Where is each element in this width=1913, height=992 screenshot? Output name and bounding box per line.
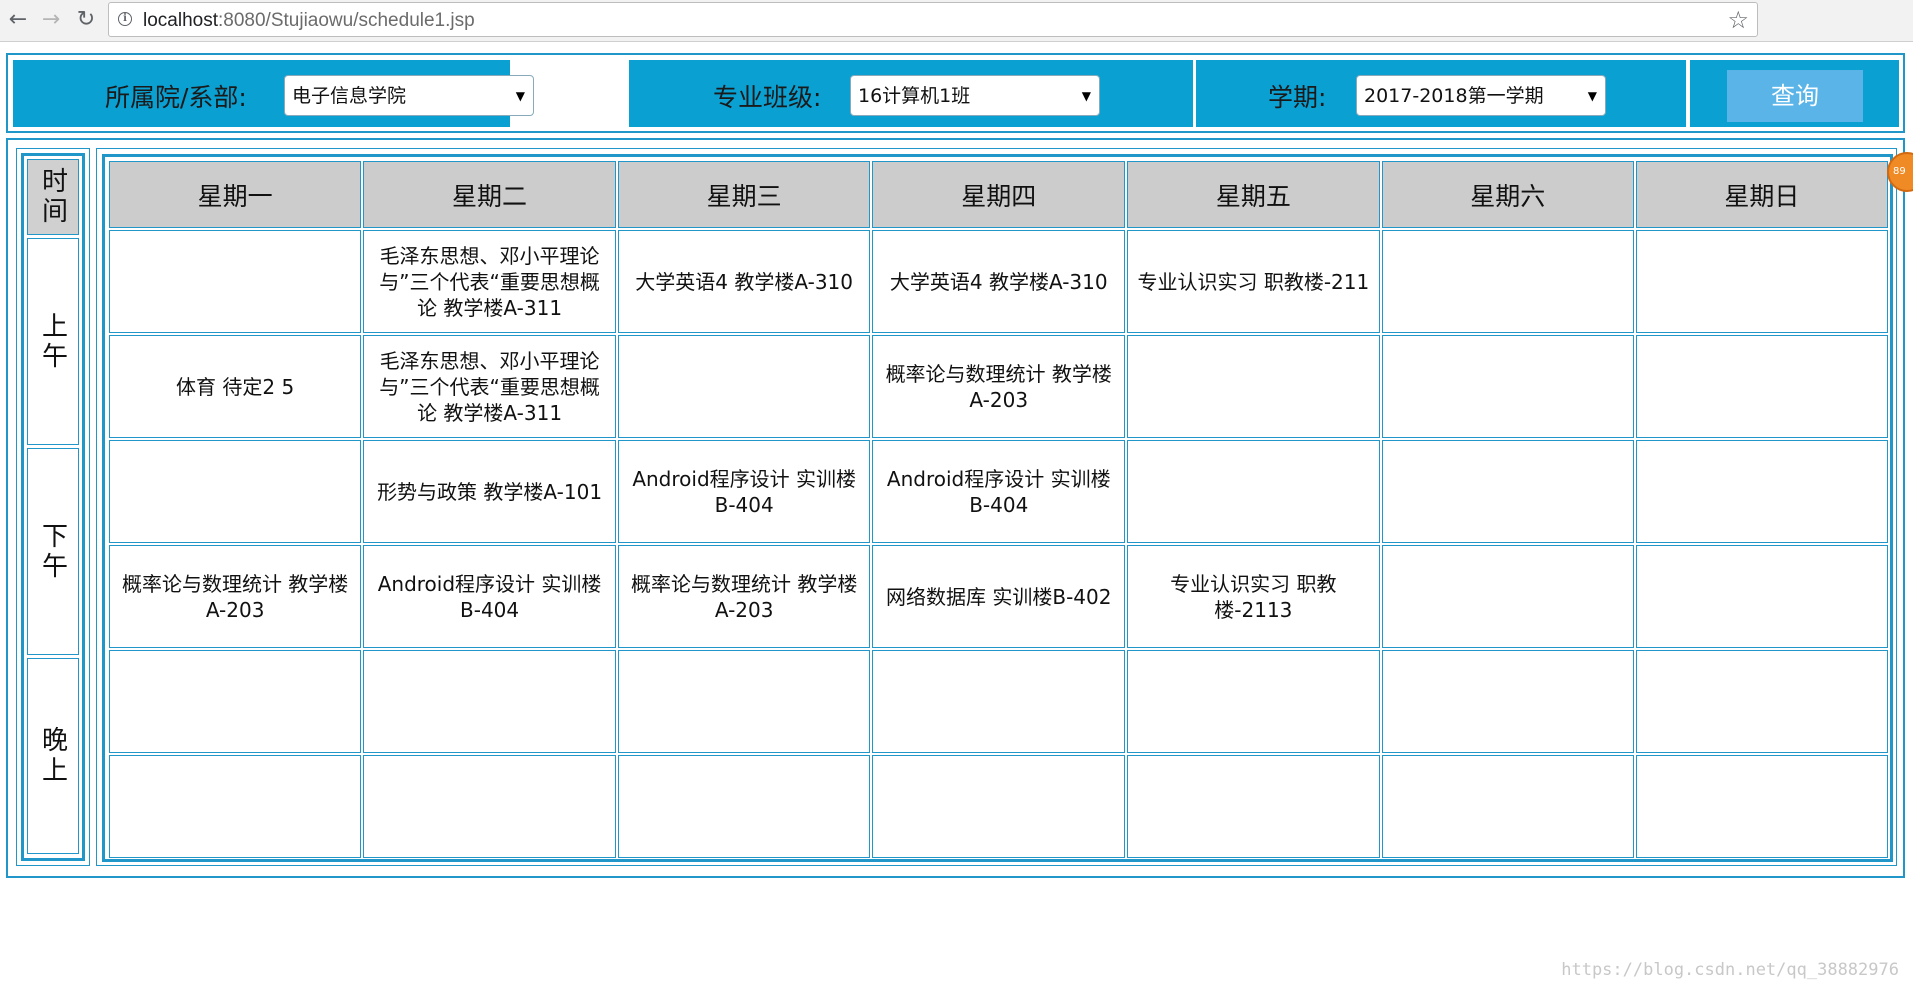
class-select[interactable]: 16计算机1班 ▼ <box>850 75 1100 116</box>
query-button[interactable]: 查询 <box>1727 70 1863 122</box>
course-cell: 概率论与数理统计 教学楼A-203 <box>617 545 871 648</box>
course-cell <box>1635 650 1888 753</box>
course-cell <box>617 650 871 753</box>
course-cell <box>1381 440 1634 543</box>
schedule-row: 体育 待定2 5 毛泽东思想、邓小平理论与”三个代表“重要思想概论 教学楼A-31… <box>109 335 1888 438</box>
course-cell <box>1635 335 1888 438</box>
term-panel: 学期: 2017-2018第一学期 ▼ <box>1196 60 1686 127</box>
time-header: 时间 <box>27 159 79 235</box>
schedule-row <box>109 755 1888 858</box>
browser-toolbar: ← → ↻ i localhost:8080/Stujiaowu/schedul… <box>0 0 1913 42</box>
class-select-value: 16计算机1班 <box>858 85 971 107</box>
course-cell: 大学英语4 教学楼A-310 <box>617 230 871 333</box>
course-cell: 概率论与数理统计 教学楼A-203 <box>109 545 362 648</box>
course-cell <box>1127 755 1380 858</box>
schedule-panel: 时间 上午 下午 晚上 星期一 星期二 星期三 星期四 星期五 星期六 星期日 <box>6 138 1905 878</box>
class-label: 专业班级: <box>713 83 822 112</box>
address-bar[interactable]: i localhost:8080/Stujiaowu/schedule1.jsp… <box>108 2 1758 37</box>
course-cell <box>109 440 362 543</box>
course-cell <box>363 650 616 753</box>
schedule-row: 毛泽东思想、邓小平理论与”三个代表“重要思想概论 教学楼A-311 大学英语4 教… <box>109 230 1888 333</box>
time-afternoon: 下午 <box>27 448 79 655</box>
class-panel: 专业班级: 16计算机1班 ▼ <box>629 60 1193 127</box>
time-evening: 晚上 <box>27 658 79 854</box>
caret-down-icon: ▼ <box>1081 89 1091 103</box>
course-cell <box>1635 440 1888 543</box>
query-panel: 查询 <box>1690 60 1899 127</box>
course-cell <box>109 650 362 753</box>
course-cell <box>1635 545 1888 648</box>
dept-select-value: 电子信息学院 <box>292 85 407 107</box>
course-cell <box>109 230 362 333</box>
term-select-value: 2017-2018第一学期 <box>1364 85 1544 107</box>
course-cell: 专业认识实习 职教楼-211 <box>1127 230 1380 333</box>
course-cell <box>363 755 616 858</box>
day-header: 星期一 <box>109 161 362 228</box>
day-header: 星期四 <box>872 161 1126 228</box>
reload-icon[interactable]: ↻ <box>73 6 99 34</box>
day-header-row: 星期一 星期二 星期三 星期四 星期五 星期六 星期日 <box>109 161 1888 228</box>
day-header: 星期日 <box>1635 161 1888 228</box>
course-cell: 概率论与数理统计 教学楼A-203 <box>872 335 1126 438</box>
time-morning: 上午 <box>27 238 79 445</box>
schedule-grid: 星期一 星期二 星期三 星期四 星期五 星期六 星期日 毛泽东思想、邓小平理论与… <box>96 148 1897 866</box>
info-icon[interactable]: i <box>118 12 132 26</box>
watermark: https://blog.csdn.net/qq_38882976 <box>1561 960 1899 980</box>
course-cell <box>109 755 362 858</box>
back-icon[interactable]: ← <box>5 6 31 34</box>
course-cell: Android程序设计 实训楼B-404 <box>363 545 616 648</box>
course-cell: 形势与政策 教学楼A-101 <box>363 440 616 543</box>
course-cell <box>1381 230 1634 333</box>
term-label: 学期: <box>1268 83 1327 112</box>
dept-select[interactable]: 电子信息学院 ▼ <box>284 75 534 116</box>
term-select[interactable]: 2017-2018第一学期 ▼ <box>1356 75 1606 116</box>
course-cell: Android程序设计 实训楼B-404 <box>617 440 871 543</box>
filter-bar: 所属院/系部: 电子信息学院 ▼ 专业班级: 16计算机1班 ▼ 学期: 201… <box>6 53 1905 133</box>
course-cell: 毛泽东思想、邓小平理论与”三个代表“重要思想概论 教学楼A-311 <box>363 335 616 438</box>
course-cell <box>1381 755 1634 858</box>
schedule-table: 星期一 星期二 星期三 星期四 星期五 星期六 星期日 毛泽东思想、邓小平理论与… <box>107 159 1890 860</box>
day-header: 星期二 <box>363 161 616 228</box>
schedule-row: 概率论与数理统计 教学楼A-203 Android程序设计 实训楼B-404 概率论… <box>109 545 1888 648</box>
url-text: localhost:8080/Stujiaowu/schedule1.jsp <box>143 10 475 31</box>
course-cell <box>872 650 1126 753</box>
caret-down-icon: ▼ <box>515 89 525 103</box>
course-cell: 专业认识实习 职教楼-2113 <box>1127 545 1380 648</box>
course-cell <box>1127 335 1380 438</box>
course-cell <box>1635 755 1888 858</box>
schedule-row <box>109 650 1888 753</box>
star-icon[interactable]: ☆ <box>1727 6 1749 34</box>
time-column: 时间 上午 下午 晚上 <box>16 148 90 866</box>
course-cell <box>617 755 871 858</box>
course-cell <box>1635 230 1888 333</box>
course-cell: 毛泽东思想、邓小平理论与”三个代表“重要思想概论 教学楼A-311 <box>363 230 616 333</box>
course-cell: Android程序设计 实训楼B-404 <box>872 440 1126 543</box>
course-cell: 网络数据库 实训楼B-402 <box>872 545 1126 648</box>
course-cell <box>617 335 871 438</box>
course-cell <box>1127 650 1380 753</box>
day-header: 星期五 <box>1127 161 1380 228</box>
caret-down-icon: ▼ <box>1587 89 1597 103</box>
forward-icon[interactable]: → <box>38 6 64 34</box>
schedule-row: 形势与政策 教学楼A-101 Android程序设计 实训楼B-404 Androi… <box>109 440 1888 543</box>
course-cell <box>872 755 1126 858</box>
course-cell <box>1381 545 1634 648</box>
course-cell: 体育 待定2 5 <box>109 335 362 438</box>
course-cell <box>1127 440 1380 543</box>
day-header: 星期六 <box>1381 161 1634 228</box>
dept-label: 所属院/系部: <box>105 83 247 112</box>
course-cell <box>1381 650 1634 753</box>
course-cell <box>1381 335 1634 438</box>
course-cell: 大学英语4 教学楼A-310 <box>872 230 1126 333</box>
dept-panel: 所属院/系部: 电子信息学院 ▼ <box>13 60 534 127</box>
day-header: 星期三 <box>617 161 871 228</box>
